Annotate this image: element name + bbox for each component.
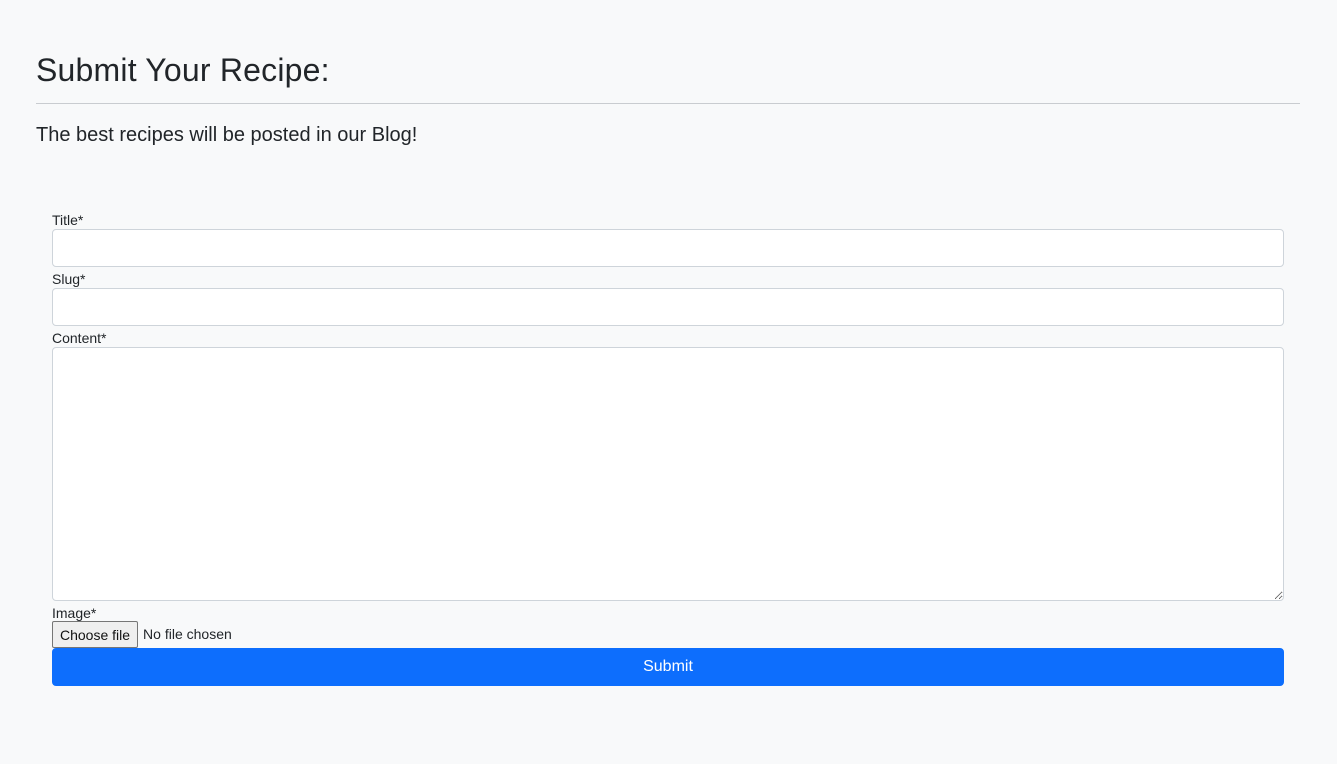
recipe-form: Title* Slug* Content* Image* Choose file… (52, 212, 1284, 686)
title-input[interactable] (52, 229, 1284, 267)
content-label: Content* (52, 330, 107, 346)
content-textarea[interactable] (52, 347, 1284, 601)
page-header: Submit Your Recipe: The best recipes wil… (36, 48, 1300, 146)
slug-label: Slug* (52, 271, 86, 287)
submit-button[interactable]: Submit (52, 648, 1284, 686)
choose-file-button[interactable]: Choose file (52, 621, 139, 648)
image-file-input: Choose file No file chosen (52, 621, 1284, 648)
page-subtitle: The best recipes will be posted in our B… (36, 124, 418, 146)
page-title: Submit Your Recipe: (36, 52, 330, 88)
file-status-text: No file chosen (143, 626, 232, 642)
page: Submit Your Recipe: The best recipes wil… (0, 0, 1337, 764)
image-label: Image* (52, 605, 97, 621)
title-label: Title* (52, 212, 84, 228)
slug-input[interactable] (52, 288, 1284, 326)
header-divider (36, 103, 1300, 104)
